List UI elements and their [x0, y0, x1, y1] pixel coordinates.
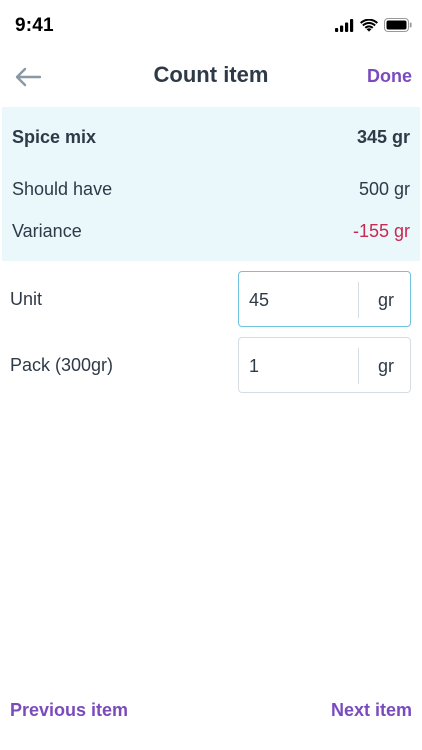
variance-row: Variance -155 gr	[12, 221, 410, 242]
unit-label: gr	[377, 290, 394, 310]
should-have-row: Should have 500 gr	[12, 179, 410, 200]
battery-icon	[384, 18, 412, 32]
quantity-value: 45	[249, 290, 270, 310]
item-summary-panel: Spice mix 345 gr Should have 500 gr Vari…	[2, 107, 420, 261]
status-time: 9:41	[15, 15, 54, 36]
item-total: 345 gr	[356, 127, 410, 147]
cellular-signal-icon	[335, 18, 354, 32]
status-bar: 9:41	[0, 0, 422, 54]
count-row-unit: Unit 45 gr	[0, 271, 422, 327]
page-title: Count item	[153, 62, 269, 87]
should-have-value: 500 gr	[358, 179, 410, 199]
variance-label: Variance	[12, 221, 82, 241]
unit-label: gr	[377, 356, 394, 376]
divider	[358, 348, 359, 384]
nav-bar: Count item Done	[0, 54, 422, 100]
next-item-button[interactable]: Next item	[331, 700, 412, 721]
arrow-left-icon	[15, 67, 42, 87]
unit-quantity-input[interactable]: 45 gr	[238, 271, 411, 327]
item-name: Spice mix	[12, 127, 97, 147]
done-button[interactable]: Done	[367, 66, 412, 87]
count-item-screen: 9:41 Count item Done Spice mix 345 gr Sh…	[0, 0, 422, 750]
pack-quantity-input[interactable]: 1 gr	[238, 337, 411, 393]
count-row-pack: Pack (300gr) 1 gr	[0, 337, 422, 393]
count-label: Unit	[10, 289, 43, 309]
variance-value: -155 gr	[352, 221, 410, 241]
should-have-label: Should have	[12, 179, 113, 199]
item-row: Spice mix 345 gr	[12, 127, 410, 148]
divider	[358, 282, 359, 318]
status-icons	[335, 18, 412, 32]
quantity-value: 1	[249, 356, 260, 376]
count-label: Pack (300gr)	[10, 355, 114, 375]
wifi-icon	[360, 18, 378, 32]
back-button[interactable]	[10, 60, 46, 94]
previous-item-button[interactable]: Previous item	[10, 700, 128, 721]
